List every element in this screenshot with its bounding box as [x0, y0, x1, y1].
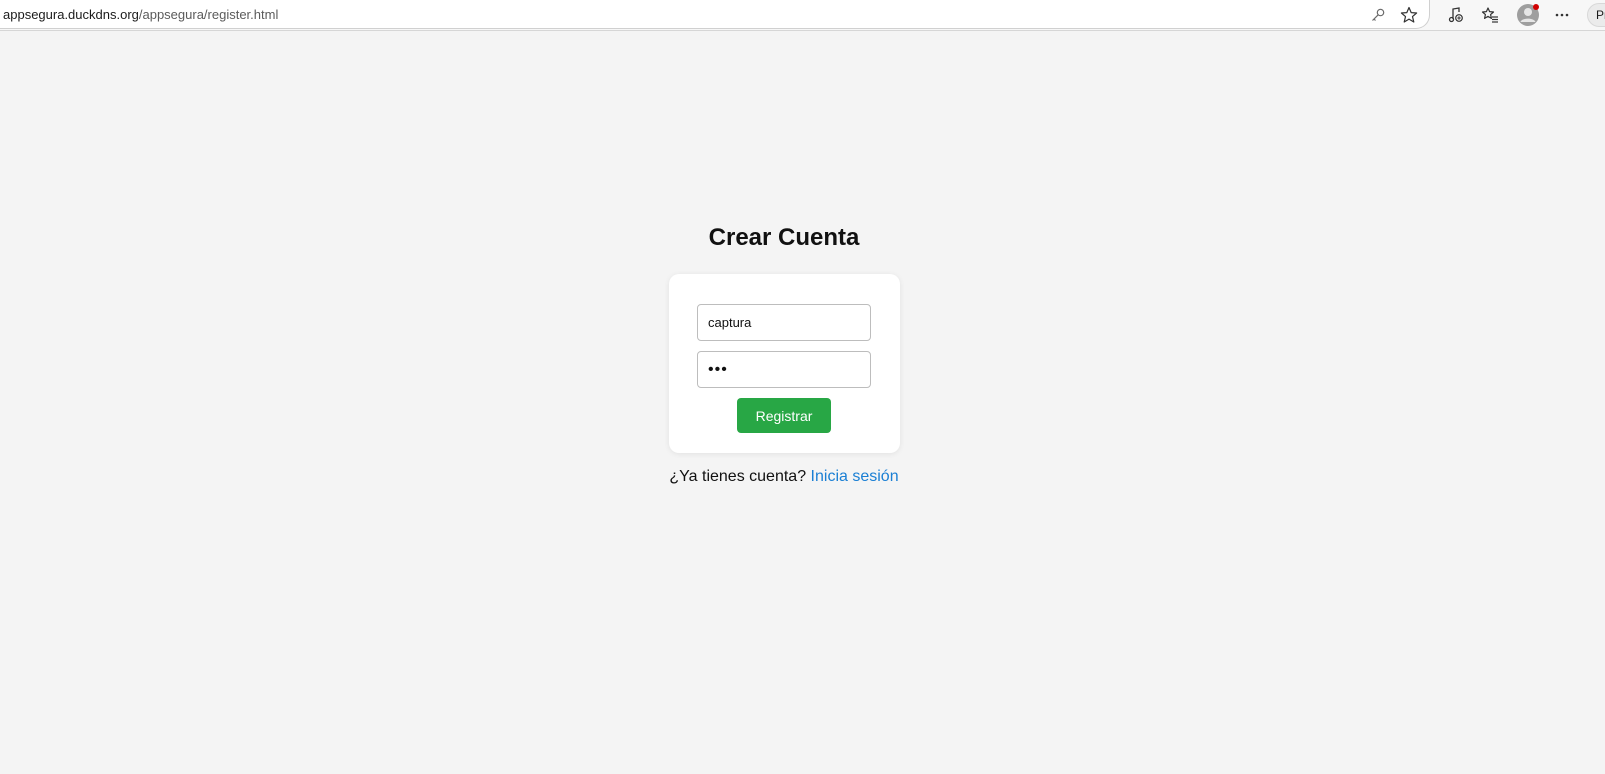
more-icon[interactable] — [1552, 5, 1572, 25]
login-prompt-text: ¿Ya tienes cuenta? — [669, 468, 807, 485]
address-bar[interactable]: appsegura.duckdns.org/appsegura/register… — [0, 0, 1430, 29]
password-input[interactable] — [697, 351, 871, 388]
login-link[interactable]: Inicia sesión — [811, 468, 899, 485]
profile-button[interactable]: Pr — [1587, 3, 1605, 27]
favorites-icon[interactable] — [1480, 5, 1500, 25]
star-icon[interactable] — [1399, 5, 1419, 25]
register-card: Registrar — [669, 274, 900, 453]
browser-toolbar: appsegura.duckdns.org/appsegura/register… — [0, 0, 1605, 31]
page-title: Crear Cuenta — [708, 224, 860, 251]
profile-avatar-icon[interactable] — [1516, 3, 1540, 27]
login-prompt: ¿Ya tienes cuenta? Inicia sesión — [0, 468, 1568, 486]
register-button[interactable]: Registrar — [737, 398, 831, 433]
username-input[interactable] — [697, 304, 871, 341]
url-host: appsegura.duckdns.org — [3, 7, 139, 22]
notification-dot — [1533, 4, 1539, 10]
key-icon[interactable] — [1368, 5, 1388, 25]
url-text[interactable]: appsegura.duckdns.org/appsegura/register… — [3, 7, 278, 22]
music-icon[interactable] — [1446, 5, 1466, 25]
url-path: /appsegura/register.html — [138, 7, 279, 22]
